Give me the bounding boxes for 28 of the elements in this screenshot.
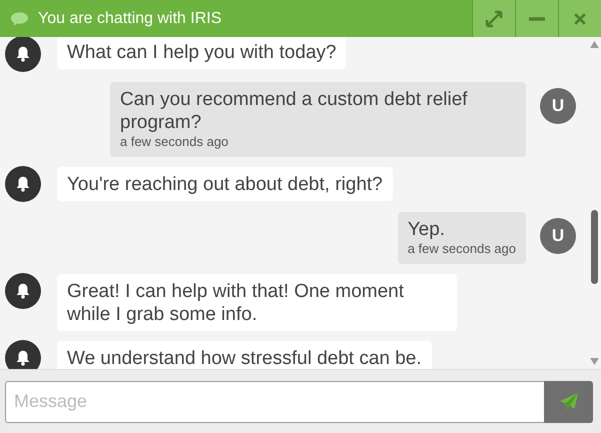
message-time: a few seconds ago (408, 241, 516, 257)
expand-button[interactable] (472, 0, 515, 37)
message-time: a few seconds ago (120, 134, 230, 150)
bell-icon (14, 282, 32, 300)
scroll-down-icon[interactable] (590, 358, 599, 365)
message-field[interactable]: Message (5, 380, 544, 422)
close-button[interactable] (558, 0, 601, 37)
speech-bubble-icon (10, 10, 29, 26)
user-avatar: U (540, 88, 576, 124)
bot-message: You're reaching out about debt, right? (57, 167, 393, 201)
scroll-up-icon[interactable] (590, 41, 599, 48)
send-button[interactable] (544, 380, 593, 422)
bot-message: What can I help you with today? (57, 37, 346, 69)
user-avatar: U (540, 218, 576, 254)
close-icon (572, 10, 588, 26)
minimize-button[interactable] (515, 0, 558, 37)
expand-icon (484, 8, 504, 28)
bell-icon (14, 45, 32, 63)
bot-message: We understand how stressful debt can be. (57, 341, 432, 369)
user-message: Can you recommend a custom debt relief program? (120, 88, 468, 134)
minimize-icon (529, 16, 545, 20)
user-message: Yep. (408, 218, 446, 241)
paper-plane-icon (558, 390, 580, 412)
scrollbar-thumb[interactable] (591, 210, 598, 284)
bell-icon (14, 175, 32, 193)
bell-icon (14, 349, 32, 367)
chat-title: You are chatting with IRIS (38, 10, 222, 28)
bot-message: Great! I can help with that! One moment while I grab some info. (57, 274, 457, 331)
